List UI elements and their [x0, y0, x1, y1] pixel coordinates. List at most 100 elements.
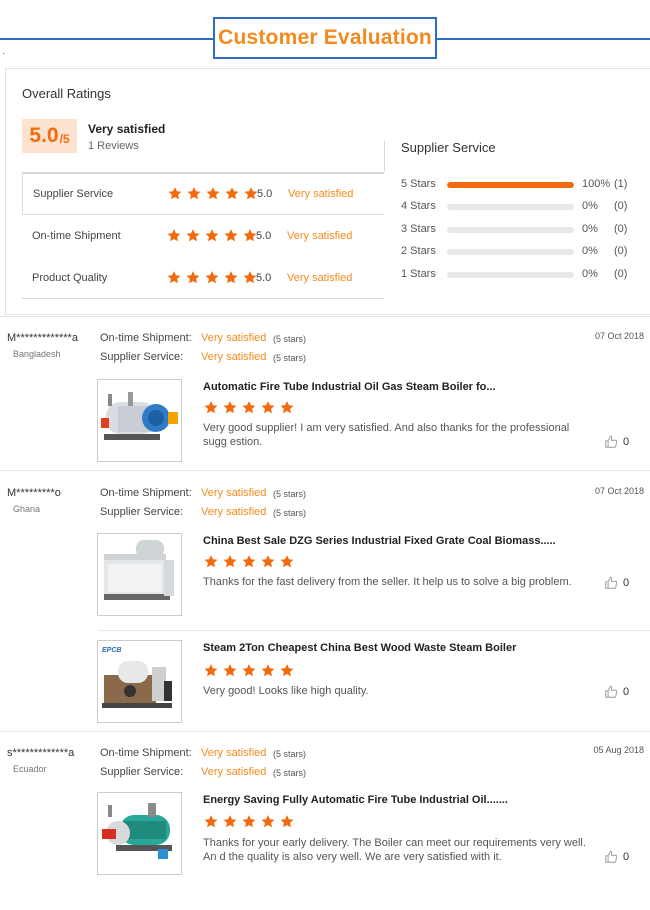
service-rating: Very satisfied: [201, 506, 267, 518]
star-bar-count: (1): [614, 178, 628, 190]
score-value: 5.0: [29, 124, 59, 147]
star-rating: [166, 227, 261, 245]
star-bar-percent: 0%: [582, 245, 598, 257]
star-bar-track: [447, 204, 574, 210]
product-star-rating: [203, 553, 298, 571]
overall-score: 5.0/5: [22, 119, 77, 153]
review-count: 1 Reviews: [88, 140, 139, 152]
overall-summary: Very satisfied: [88, 122, 166, 136]
rating-text: Very satisfied: [287, 230, 353, 242]
review-comment: Very good supplier! I am very satisfied.…: [203, 422, 570, 448]
product-title-link[interactable]: Energy Saving Fully Automatic Fire Tube …: [203, 794, 508, 806]
shipment-rating: Very satisfied: [201, 747, 267, 759]
star-icon: [204, 401, 218, 414]
star-icon: [224, 271, 238, 284]
like-button[interactable]: 0: [604, 685, 629, 699]
product-divider: [98, 630, 650, 631]
star-icon: [204, 664, 218, 677]
rating-row-supplier-service[interactable]: Supplier Service 5.0 Very satisfied: [22, 173, 384, 215]
star-icon: [186, 271, 200, 284]
thumbs-up-icon: [605, 685, 618, 698]
service-label: Supplier Service:: [100, 506, 184, 518]
product-title-link[interactable]: Automatic Fire Tube Industrial Oil Gas S…: [203, 381, 496, 393]
product-image[interactable]: [97, 792, 182, 875]
star-rating: [167, 185, 262, 203]
star-bar-count: (0): [614, 200, 628, 212]
star-bar-row: 3 Stars 0% (0): [401, 223, 641, 237]
star-bar-row: 1 Stars 0% (0): [401, 268, 641, 282]
star-icon: [224, 229, 238, 242]
like-count: 0: [623, 436, 630, 448]
star-bar-track: [447, 227, 574, 233]
service-rating: Very satisfied: [201, 351, 267, 363]
rating-row-on-time-shipment[interactable]: On-time Shipment 5.0 Very satisfied: [22, 215, 384, 257]
star-icon: [168, 187, 182, 200]
star-icon: [204, 815, 218, 828]
product-image[interactable]: [97, 533, 182, 616]
star-icon: [187, 187, 201, 200]
star-icon: [167, 271, 181, 284]
review-comment: Very good! Looks like high quality.: [203, 685, 369, 697]
product-star-rating: [203, 813, 298, 831]
service-stars: (5 stars): [273, 353, 307, 363]
like-count: 0: [623, 686, 630, 698]
review-item: M*************a Bangladesh On-time Shipm…: [0, 316, 650, 470]
product-image[interactable]: EPCB: [97, 640, 182, 723]
star-bar-count: (0): [614, 245, 628, 257]
review-item: s*************a Ecuador On-time Shipment…: [0, 731, 650, 900]
divider: [384, 141, 385, 172]
rating-value: 5.0: [256, 230, 272, 242]
rating-text: Very satisfied: [287, 272, 353, 284]
star-icon: [242, 555, 256, 568]
star-bar-count: (0): [614, 268, 628, 280]
section-title: Customer Evaluation: [213, 17, 437, 59]
service-label: Supplier Service:: [100, 351, 184, 363]
star-icon: [280, 555, 294, 568]
star-bar-label: 4 Stars: [401, 200, 436, 212]
reviewer-country: Ecuador: [13, 764, 47, 774]
star-bar-track: [447, 249, 574, 255]
star-icon: [167, 229, 181, 242]
star-icon: [280, 401, 294, 414]
star-bar-percent: 0%: [582, 200, 598, 212]
star-icon: [242, 401, 256, 414]
star-bar-track: [447, 272, 574, 278]
supplier-service-title: Supplier Service: [401, 140, 496, 155]
service-rating: Very satisfied: [201, 766, 267, 778]
star-icon: [223, 664, 237, 677]
rating-text: Very satisfied: [288, 188, 354, 200]
thumbs-up-icon: [605, 435, 618, 448]
rating-row-product-quality[interactable]: Product Quality 5.0 Very satisfied: [22, 257, 384, 299]
like-button[interactable]: 0: [604, 576, 629, 590]
star-icon: [261, 664, 275, 677]
review-comment: Thanks for your early delivery. The Boil…: [203, 837, 586, 863]
star-icon: [204, 555, 218, 568]
reviewer-country: Ghana: [13, 504, 41, 514]
rating-label: On-time Shipment: [32, 230, 121, 242]
star-bar-track: [447, 182, 574, 188]
service-stars: (5 stars): [273, 508, 307, 518]
shipment-stars: (5 stars): [273, 489, 307, 499]
star-bar-label: 1 Stars: [401, 268, 436, 280]
shipment-stars: (5 stars): [273, 334, 307, 344]
product-star-rating: [203, 399, 298, 417]
star-icon: [261, 401, 275, 414]
star-bar-label: 3 Stars: [401, 223, 436, 235]
star-bar-fill: [447, 182, 574, 188]
like-button[interactable]: 0: [604, 435, 629, 449]
product-image[interactable]: [97, 379, 182, 462]
shipment-stars: (5 stars): [273, 749, 307, 759]
score-max: /5: [59, 132, 70, 146]
product-title-link[interactable]: China Best Sale DZG Series Industrial Fi…: [203, 535, 556, 547]
header-dot: ·: [2, 48, 6, 59]
reviewer-name: M*************a: [7, 332, 78, 344]
overall-ratings-title: Overall Ratings: [22, 86, 111, 101]
product-title-link[interactable]: Steam 2Ton Cheapest China Best Wood Wast…: [203, 642, 516, 654]
star-icon: [242, 815, 256, 828]
star-icon: [261, 815, 275, 828]
like-button[interactable]: 0: [604, 850, 629, 864]
review-date: 05 Aug 2018: [593, 745, 644, 755]
star-icon: [205, 271, 219, 284]
shipment-label: On-time Shipment:: [100, 487, 192, 499]
rating-value: 5.0: [257, 188, 273, 200]
